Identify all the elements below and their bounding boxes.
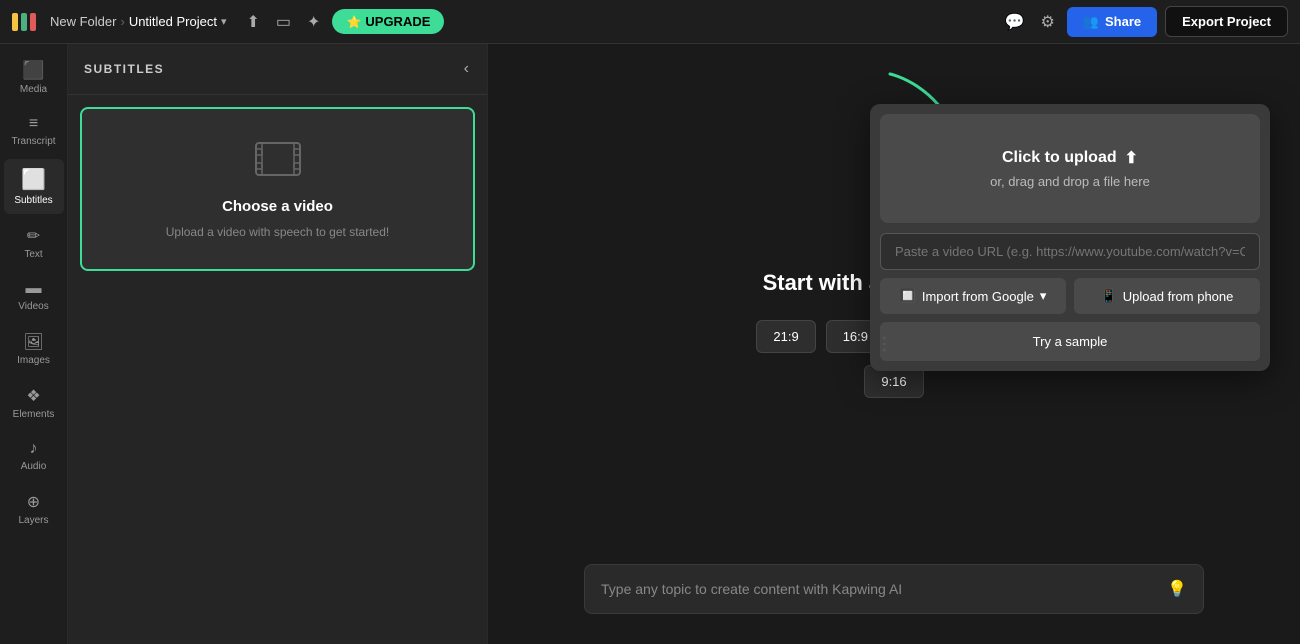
project-name[interactable]: Untitled Project — [129, 14, 217, 29]
comment-icon[interactable]: 💬 — [1001, 8, 1029, 36]
sidebar-subtitles-label: Subtitles — [14, 195, 52, 206]
import-google-label: Import from Google — [922, 289, 1034, 304]
upload-drop-zone[interactable]: Click to upload ⬆ or, drag and drop a fi… — [880, 114, 1260, 223]
ai-input-container: Type any topic to create content with Ka… — [584, 564, 1204, 614]
ai-lightbulb-icon: 💡 — [1167, 579, 1187, 599]
google-icon: 🔲 — [900, 288, 916, 304]
sidebar-videos-label: Videos — [18, 301, 48, 312]
resize-handle[interactable] — [879, 333, 890, 356]
sidebar-transcript-label: Transcript — [11, 136, 55, 147]
sidebar-media-label: Media — [20, 84, 47, 95]
sidebar-item-media[interactable]: ⬛ Media — [4, 52, 64, 103]
subtitles-icon: ⬜ — [21, 167, 46, 192]
upload-main-text: Click to upload ⬆ — [1002, 148, 1138, 168]
upload-phone-button[interactable]: 📱 Upload from phone — [1074, 278, 1260, 314]
import-google-button[interactable]: 🔲 Import from Google ▾ — [880, 278, 1066, 314]
app-logo — [12, 13, 36, 31]
share-users-icon: 👥 — [1083, 14, 1099, 30]
panel-content: Choose a video Upload a video with speec… — [68, 95, 487, 644]
text-icon: ✏ — [27, 226, 40, 246]
main-layout: ⬛ Media ≡ Transcript ⬜ Subtitles ✏ Text … — [0, 44, 1300, 644]
subtitles-panel: SUBTITLES ‹ Choose a video Upl — [68, 44, 488, 644]
upload-text-label: Click to upload — [1002, 149, 1117, 167]
upload-arrow-icon: ⬆ — [1125, 148, 1138, 168]
chevron-down-icon[interactable]: ▾ — [221, 15, 227, 28]
url-input[interactable] — [880, 233, 1260, 270]
video-choose-subtitle: Upload a video with speech to get starte… — [166, 225, 389, 239]
sidebar-item-elements[interactable]: ❖ Elements — [4, 378, 64, 428]
videos-icon: ▬ — [26, 280, 42, 298]
panel-collapse-button[interactable]: ‹ — [462, 58, 471, 80]
share-upload-icon[interactable]: ⬆ — [243, 8, 264, 36]
panel-title: SUBTITLES — [84, 62, 164, 76]
audio-icon: ♪ — [30, 440, 38, 458]
video-choose-card[interactable]: Choose a video Upload a video with speec… — [80, 107, 475, 271]
sidebar-item-transcript[interactable]: ≡ Transcript — [4, 107, 64, 155]
topbar-right: 💬 ⚙ 👥 Share Export Project — [1001, 6, 1288, 37]
sidebar-text-label: Text — [24, 249, 42, 260]
sidebar-item-audio[interactable]: ♪ Audio — [4, 432, 64, 480]
upload-options-row: 🔲 Import from Google ▾ 📱 Upload from pho… — [880, 278, 1260, 314]
video-film-icon — [254, 139, 302, 188]
upgrade-star-icon: ⭐ — [346, 15, 361, 29]
sidebar-images-label: Images — [17, 355, 50, 366]
resize-dot-1 — [883, 337, 886, 340]
resize-dot-2 — [883, 343, 886, 346]
sidebar-audio-label: Audio — [21, 461, 47, 472]
captions-icon[interactable]: ▭ — [272, 8, 295, 36]
sidebar-item-videos[interactable]: ▬ Videos — [4, 272, 64, 320]
topbar-actions: ⬆ ▭ ✦ — [243, 8, 325, 36]
upload-phone-label: Upload from phone — [1123, 289, 1234, 304]
breadcrumb-sep: › — [120, 14, 124, 29]
sidebar-item-images[interactable]: 🖼 Images — [4, 324, 64, 374]
try-sample-button[interactable]: Try a sample — [880, 322, 1260, 361]
share-label: Share — [1105, 14, 1141, 29]
folder-name[interactable]: New Folder — [50, 14, 116, 29]
settings-icon[interactable]: ⚙ — [1036, 8, 1058, 36]
ai-input-placeholder: Type any topic to create content with Ka… — [601, 581, 1157, 597]
sidebar-item-layers[interactable]: ⊕ Layers — [4, 484, 64, 534]
video-choose-title: Choose a video — [222, 198, 333, 215]
panel-header: SUBTITLES ‹ — [68, 44, 487, 95]
images-icon: 🖼 — [23, 332, 43, 352]
ratio-21-9[interactable]: 21:9 — [756, 320, 815, 353]
sidebar-item-text[interactable]: ✏ Text — [4, 218, 64, 268]
canvas-area: Start with a blank canvas 21:9 16:9 1:1 … — [488, 44, 1300, 644]
ai-input-bar[interactable]: Type any topic to create content with Ka… — [584, 564, 1204, 614]
share-button[interactable]: 👥 Share — [1067, 7, 1157, 37]
layers-icon: ⊕ — [27, 492, 40, 512]
export-button[interactable]: Export Project — [1165, 6, 1288, 37]
sidebar-elements-label: Elements — [13, 409, 55, 420]
upload-sub-text: or, drag and drop a file here — [990, 174, 1150, 189]
resize-dot-3 — [883, 349, 886, 352]
topbar: New Folder › Untitled Project ▾ ⬆ ▭ ✦ ⭐ … — [0, 0, 1300, 44]
sidebar: ⬛ Media ≡ Transcript ⬜ Subtitles ✏ Text … — [0, 44, 68, 644]
google-chevron-icon: ▾ — [1040, 288, 1047, 304]
sidebar-item-subtitles[interactable]: ⬜ Subtitles — [4, 159, 64, 214]
breadcrumb: New Folder › Untitled Project ▾ — [50, 14, 227, 29]
upgrade-label: UPGRADE — [365, 14, 430, 29]
sidebar-layers-label: Layers — [18, 515, 48, 526]
phone-icon: 📱 — [1101, 288, 1117, 304]
upload-panel: Click to upload ⬆ or, drag and drop a fi… — [870, 104, 1270, 371]
media-icon: ⬛ — [22, 60, 44, 81]
upgrade-button[interactable]: ⭐ UPGRADE — [332, 9, 444, 34]
elements-icon: ❖ — [26, 386, 40, 406]
magic-icon[interactable]: ✦ — [303, 8, 324, 36]
transcript-icon: ≡ — [29, 115, 38, 133]
